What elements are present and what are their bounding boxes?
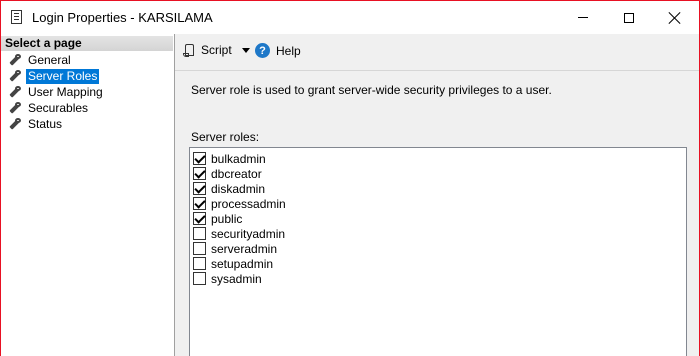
page-item-general[interactable]: General <box>9 52 73 68</box>
minimize-icon <box>578 17 588 18</box>
role-checkbox[interactable] <box>193 257 206 270</box>
role-label: diskadmin <box>211 181 266 196</box>
select-page-header: Select a page <box>1 36 173 51</box>
page-item-label: Securables <box>28 100 89 115</box>
page-item-label: Server Roles <box>26 68 100 84</box>
wrench-icon <box>9 70 21 82</box>
chevron-down-icon[interactable] <box>241 47 250 53</box>
window-title: Login Properties - KARSILAMA <box>32 10 213 25</box>
script-label: Script <box>201 43 232 57</box>
role-label: serveradmin <box>211 241 278 256</box>
page-item-label: General <box>28 52 71 67</box>
role-label: dbcreator <box>211 166 262 181</box>
role-checkbox[interactable] <box>193 197 206 210</box>
page-item-label: User Mapping <box>28 84 103 99</box>
role-row-bulkadmin[interactable]: bulkadmin <box>193 151 266 166</box>
help-label: Help <box>276 43 301 58</box>
role-row-sysadmin[interactable]: sysadmin <box>193 271 262 286</box>
close-button[interactable] <box>652 1 698 34</box>
script-icon <box>183 43 196 57</box>
role-checkbox[interactable] <box>193 182 206 195</box>
role-row-diskadmin[interactable]: diskadmin <box>193 181 265 196</box>
role-checkbox[interactable] <box>193 167 206 180</box>
maximize-icon <box>624 12 634 23</box>
role-label: setupadmin <box>211 256 274 271</box>
role-checkbox[interactable] <box>193 152 206 165</box>
maximize-button[interactable] <box>606 1 652 34</box>
role-checkbox[interactable] <box>193 227 206 240</box>
role-row-dbcreator[interactable]: dbcreator <box>193 166 262 181</box>
minimize-button[interactable] <box>560 1 606 34</box>
toolbar: Script ? Help <box>175 34 699 71</box>
page-item-status[interactable]: Status <box>9 116 64 132</box>
help-icon: ? <box>255 43 270 58</box>
close-icon <box>669 12 681 24</box>
page-item-user-mapping[interactable]: User Mapping <box>9 84 105 100</box>
wrench-icon <box>9 118 21 130</box>
role-label: public <box>211 211 243 226</box>
role-checkbox[interactable] <box>193 272 206 285</box>
role-label: processadmin <box>211 196 286 211</box>
wrench-icon <box>9 102 21 114</box>
role-row-public[interactable]: public <box>193 211 242 226</box>
server-roles-label: Server roles: <box>191 130 260 144</box>
help-button[interactable]: ? Help <box>255 43 301 58</box>
description-text: Server role is used to grant server-wide… <box>191 83 552 97</box>
page-item-server-roles[interactable]: Server Roles <box>9 68 100 84</box>
wrench-icon <box>9 86 21 98</box>
role-row-processadmin[interactable]: processadmin <box>193 196 286 211</box>
role-label: sysadmin <box>211 271 262 286</box>
page-selector-panel: Select a page General Server Roles User … <box>1 34 175 356</box>
title-bar: Login Properties - KARSILAMA <box>1 1 699 34</box>
server-roles-list: bulkadmin dbcreator diskadmin processadm… <box>189 147 687 356</box>
role-label: bulkadmin <box>211 151 266 166</box>
content-panel: Script ? Help Server role is used to gra… <box>175 34 699 356</box>
role-label: securityadmin <box>211 226 286 241</box>
role-row-securityadmin[interactable]: securityadmin <box>193 226 285 241</box>
document-icon <box>11 10 22 24</box>
role-checkbox[interactable] <box>193 242 206 255</box>
role-checkbox[interactable] <box>193 212 206 225</box>
script-button[interactable]: Script <box>183 43 250 57</box>
page-item-label: Status <box>28 116 63 131</box>
page-item-securables[interactable]: Securables <box>9 100 90 116</box>
wrench-icon <box>9 54 21 66</box>
role-row-serveradmin[interactable]: serveradmin <box>193 241 277 256</box>
role-row-setupadmin[interactable]: setupadmin <box>193 256 273 271</box>
